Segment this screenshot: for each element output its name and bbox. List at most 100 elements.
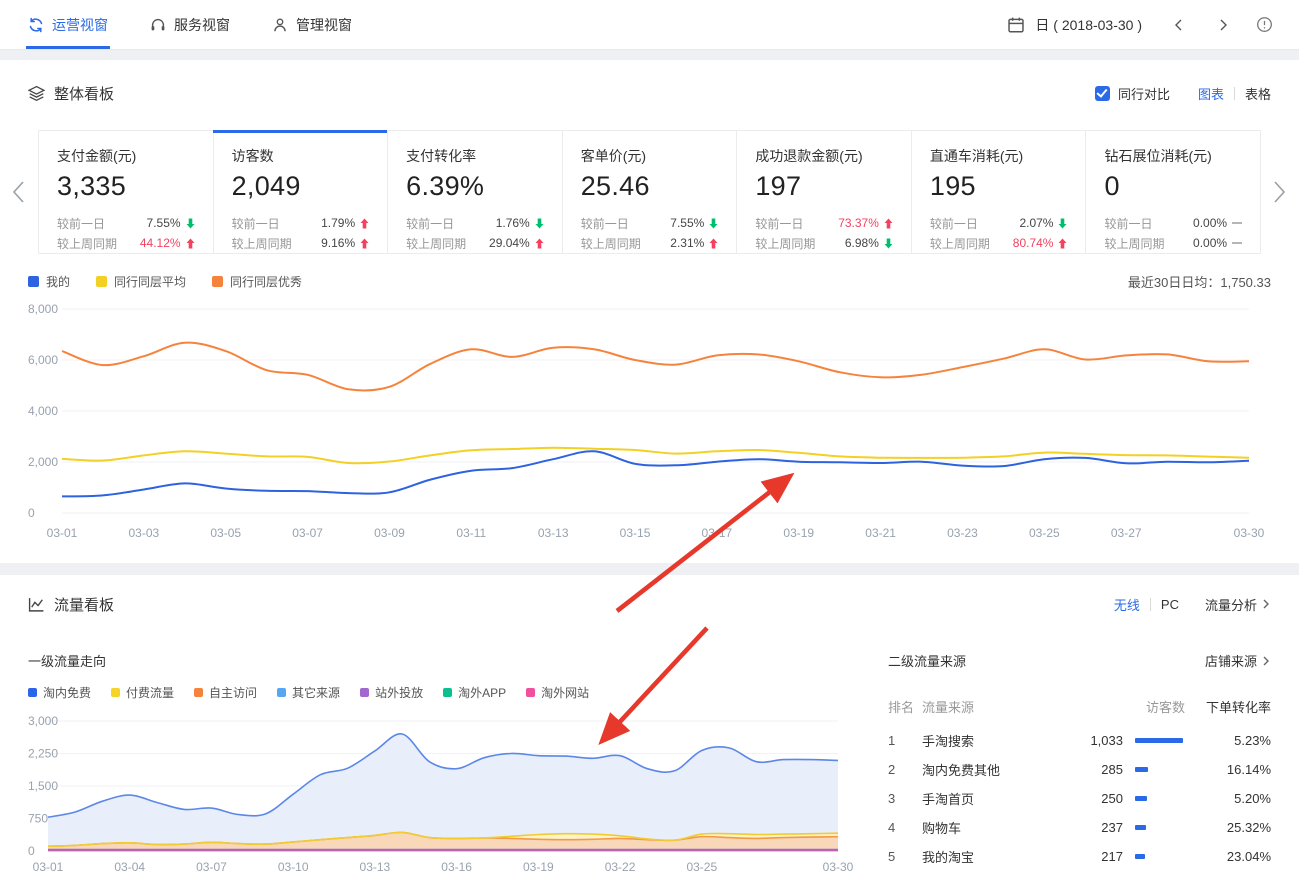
legend-item[interactable]: 付费流量: [111, 684, 174, 701]
legend-label: 其它来源: [292, 684, 340, 701]
source-visitors: 237: [1045, 820, 1123, 835]
svg-text:0: 0: [28, 506, 35, 520]
metric-compare-row: 较前一日 7.55%: [581, 213, 719, 233]
metric-card-4[interactable]: 客单价(元)25.46较前一日7.55% 较上周同期2.31%: [562, 130, 738, 254]
source-bar: [1123, 738, 1185, 743]
traffic-trend-section: 一级流量走向 淘内免费付费流量自主访问其它来源站外投放淘外APP淘外网站 075…: [0, 627, 846, 881]
source-row[interactable]: 2淘内免费其他28516.14%: [888, 755, 1271, 784]
traffic-title: 流量看板: [54, 594, 114, 615]
metric-compare-label: 较上周同期: [581, 235, 641, 252]
svg-text:03-11: 03-11: [456, 526, 486, 540]
metric-compare-label: 较前一日: [1104, 215, 1152, 232]
metric-compare-value: 2.07%: [1019, 216, 1067, 230]
metric-compare-label: 较前一日: [57, 215, 105, 232]
legend-item[interactable]: 淘内免费: [28, 684, 91, 701]
date-controls: 日 ( 2018-03-30 ): [1007, 15, 1273, 35]
tab-label: 服务视窗: [174, 15, 230, 35]
svg-text:03-30: 03-30: [1234, 526, 1265, 540]
legend-item[interactable]: 淘外APP: [443, 684, 506, 701]
info-icon[interactable]: [1256, 16, 1273, 33]
metric-card-5[interactable]: 成功退款金额(元)197较前一日73.37% 较上周同期6.98%: [736, 130, 912, 254]
peer-compare-checkbox[interactable]: [1095, 86, 1110, 101]
metric-card-3[interactable]: 支付转化率6.39%较前一日1.76% 较上周同期29.04%: [387, 130, 563, 254]
legend-item[interactable]: 同行同层优秀: [212, 273, 302, 290]
metric-card-6[interactable]: 直通车消耗(元)195较前一日2.07% 较上周同期80.74%: [911, 130, 1087, 254]
legend-item[interactable]: 自主访问: [194, 684, 257, 701]
source-conversion: 16.14%: [1185, 762, 1271, 777]
svg-text:03-01: 03-01: [33, 860, 64, 874]
tab-management-view[interactable]: 管理视窗: [270, 0, 354, 49]
source-row[interactable]: 3手淘首页2505.20%: [888, 784, 1271, 813]
source-visitors: 285: [1045, 762, 1123, 777]
metric-compare-value: 7.55%: [670, 216, 718, 230]
flat-dash-icon: [1232, 222, 1242, 224]
source-rank: 2: [888, 762, 922, 777]
calendar-icon[interactable]: [1007, 16, 1025, 34]
tab-label: 管理视窗: [296, 15, 352, 35]
source-name: 我的淘宝: [922, 847, 1045, 866]
metric-card-2[interactable]: 访客数2,049较前一日1.79% 较上周同期9.16%: [213, 130, 389, 254]
traffic-title-wrap: 流量看板: [28, 594, 114, 615]
shop-source-link[interactable]: 店铺来源: [1205, 651, 1271, 670]
legend-item[interactable]: 站外投放: [360, 684, 423, 701]
metric-value: 6.39%: [406, 171, 544, 202]
metric-compare-label: 较上周同期: [1104, 235, 1164, 252]
tab-operations-view[interactable]: 运营视窗: [26, 0, 110, 49]
metric-compare-label: 较前一日: [581, 215, 629, 232]
metric-title: 成功退款金额(元): [755, 146, 893, 166]
traffic-trend-chart[interactable]: 07501,5002,2503,00003-0103-0403-0703-100…: [28, 711, 840, 881]
down-arrow-icon: [186, 218, 195, 229]
date-next-button[interactable]: [1216, 18, 1230, 32]
metric-compare-value: 1.79%: [321, 216, 369, 230]
layers-icon: [28, 85, 45, 102]
source-bar: [1123, 854, 1185, 859]
svg-text:6,000: 6,000: [28, 353, 58, 367]
tab-service-view[interactable]: 服务视窗: [148, 0, 232, 49]
metric-compare-label: 较前一日: [930, 215, 978, 232]
up-arrow-icon: [535, 238, 544, 249]
legend-item[interactable]: 淘外网站: [526, 684, 589, 701]
legend-label: 淘内免费: [43, 684, 91, 701]
tab-wireless[interactable]: 无线: [1114, 595, 1140, 614]
legend-item[interactable]: 同行同层平均: [96, 273, 186, 290]
legend-swatch: [277, 688, 286, 697]
view-table-link[interactable]: 表格: [1245, 84, 1271, 103]
legend-swatch: [111, 688, 120, 697]
source-name: 手淘搜索: [922, 731, 1045, 750]
legend-label: 淘外网站: [541, 684, 589, 701]
cards-next-button[interactable]: [1273, 181, 1286, 203]
source-conversion: 23.04%: [1185, 849, 1271, 864]
svg-text:03-07: 03-07: [196, 860, 227, 874]
metric-value: 2,049: [232, 171, 370, 202]
cards-prev-button[interactable]: [12, 181, 25, 203]
down-arrow-icon: [1058, 218, 1067, 229]
legend-item[interactable]: 我的: [28, 273, 70, 290]
svg-text:03-22: 03-22: [605, 860, 636, 874]
view-chart-link[interactable]: 图表: [1198, 84, 1224, 103]
traffic-analysis-link[interactable]: 流量分析: [1205, 595, 1271, 614]
source-row[interactable]: 4购物车23725.32%: [888, 813, 1271, 842]
source-row[interactable]: 5我的淘宝21723.04%: [888, 842, 1271, 871]
source-row[interactable]: 1手淘搜索1,0335.23%: [888, 726, 1271, 755]
svg-text:03-16: 03-16: [441, 860, 472, 874]
overview-trend-chart[interactable]: 02,0004,0006,0008,00003-0103-0303-0503-0…: [28, 295, 1271, 547]
metric-card-1[interactable]: 支付金额(元)3,335较前一日7.55% 较上周同期44.12%: [38, 130, 214, 254]
traffic-chart-legend: 淘内免费 付费流量 自主访问 其它来源 站外投放 淘外APP 淘外网站: [28, 684, 846, 701]
legend-label: 付费流量: [126, 684, 174, 701]
svg-text:3,000: 3,000: [28, 714, 58, 728]
metric-card-7[interactable]: 钻石展位消耗(元)0较前一日0.00% 较上周同期0.00%: [1085, 130, 1261, 254]
metric-title: 客单价(元): [581, 146, 719, 166]
metric-compare-row: 较上周同期2.31%: [581, 233, 719, 253]
metric-compare-row: 较上周同期0.00%: [1104, 233, 1242, 253]
traffic-panel: 流量看板 无线 PC 流量分析 一级流量走向 淘内免费付费流量自主访问其它来源站…: [0, 575, 1299, 881]
date-prev-button[interactable]: [1172, 18, 1186, 32]
svg-text:03-25: 03-25: [1029, 526, 1060, 540]
metric-value: 197: [755, 171, 893, 202]
legend-label: 站外投放: [375, 684, 423, 701]
legend-item[interactable]: 其它来源: [277, 684, 340, 701]
date-label[interactable]: 日 ( 2018-03-30 ): [1035, 15, 1142, 35]
tab-pc[interactable]: PC: [1161, 597, 1179, 612]
down-arrow-icon: [535, 218, 544, 229]
headset-icon: [150, 17, 166, 33]
topbar: 运营视窗 服务视窗 管理视窗 日 ( 2018-03-30 ): [0, 0, 1299, 50]
